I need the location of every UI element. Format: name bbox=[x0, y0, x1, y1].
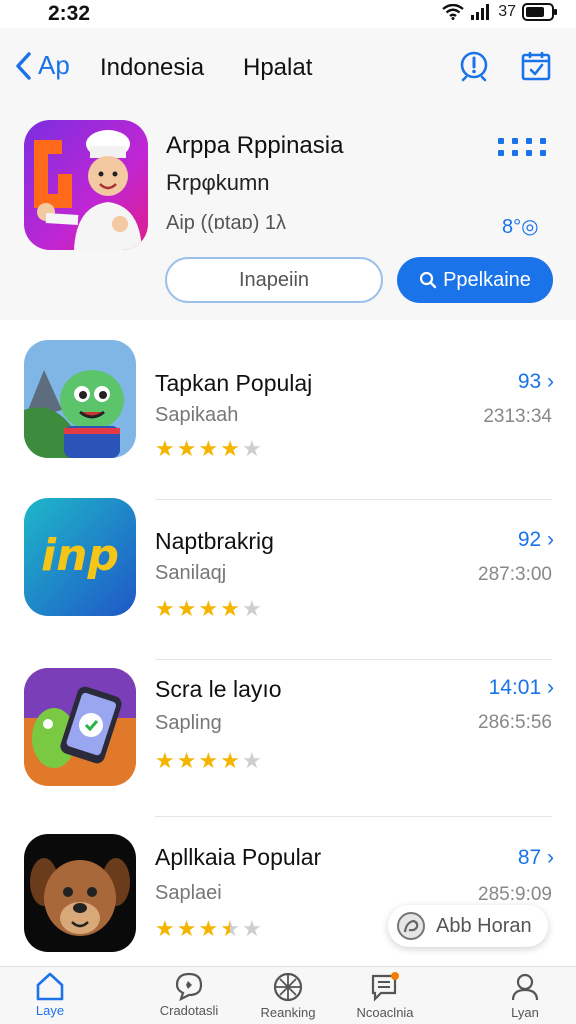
star-icon: ★ bbox=[220, 748, 240, 773]
wifi-icon bbox=[442, 4, 464, 20]
rating-stars: ★ ★ ★ ★ ★ bbox=[155, 438, 262, 460]
divider bbox=[155, 816, 552, 817]
app-time: 286:5:56 bbox=[478, 712, 552, 733]
grid-dots-icon[interactable] bbox=[498, 138, 547, 156]
signal-icon bbox=[471, 4, 490, 20]
status-time: 2:32 bbox=[48, 2, 91, 25]
svg-text:inp: inp bbox=[41, 530, 119, 581]
featured-app: Arppa Rppinasia Rrpφkumn Aip ((ɒtaɒ) 1λ … bbox=[0, 120, 576, 310]
nav-title: Indonesia bbox=[100, 54, 205, 81]
star-icon: ★ bbox=[241, 916, 262, 941]
featured-app-subtitle: Rrpφkumn bbox=[166, 170, 270, 195]
app-title: Tapkan Populaj bbox=[155, 370, 313, 396]
compass-icon bbox=[273, 972, 303, 1002]
chat-bubble-icon bbox=[397, 912, 425, 940]
battery-icon bbox=[522, 3, 557, 21]
primary-button-label: Ppelkaine bbox=[443, 268, 531, 291]
list-item[interactable]: Tapkan Populaj Sapikaah ★ ★ ★ ★ ★ 93 › 2… bbox=[0, 340, 576, 500]
nav-subtitle[interactable]: Hpalat bbox=[243, 54, 312, 82]
star-icon: ★ bbox=[155, 436, 175, 461]
star-icon: ★ bbox=[220, 436, 240, 461]
rating-stars: ★ ★ ★ ★ ★ bbox=[155, 598, 262, 620]
star-icon: ★ bbox=[176, 436, 197, 461]
app-time: 2313:34 bbox=[483, 406, 552, 427]
app-action-link[interactable]: 87 › bbox=[518, 846, 554, 870]
star-icon: ★ bbox=[176, 916, 197, 941]
search-icon bbox=[419, 271, 437, 289]
star-icon: ★ bbox=[198, 748, 219, 773]
tab-profile[interactable]: Lyan bbox=[470, 971, 576, 1020]
featured-app-title: Arppa Rppinasia bbox=[166, 132, 344, 159]
person-icon bbox=[511, 973, 539, 1001]
list-item[interactable]: inp Naptbrakrig Sanilaqj ★ ★ ★ ★ ★ 92 › … bbox=[0, 498, 576, 660]
star-icon: ★ bbox=[241, 748, 262, 773]
list-item[interactable]: Scra le layıo Sapling ★ ★ ★ ★ ★ 14:01 › … bbox=[0, 668, 576, 828]
news-icon bbox=[371, 972, 399, 1002]
star-icon: ★ bbox=[155, 916, 175, 941]
app-icon bbox=[24, 340, 136, 458]
app-title: Naptbrakrig bbox=[155, 528, 274, 554]
rating-stars: ★ ★ ★ ★ ★ bbox=[155, 918, 262, 940]
tab-chat[interactable]: Cradotasli bbox=[134, 971, 244, 1018]
back-button[interactable]: Ap bbox=[14, 50, 70, 81]
tab-ranking[interactable]: Reanking bbox=[233, 971, 343, 1020]
tab-label: Reanking bbox=[260, 1005, 316, 1020]
alert-clock-icon[interactable] bbox=[456, 48, 492, 84]
app-subtitle: Sanilaqj bbox=[155, 562, 227, 584]
featured-app-icon[interactable] bbox=[24, 120, 148, 250]
star-icon: ★ bbox=[176, 596, 197, 621]
app-action-link[interactable]: 93 › bbox=[518, 370, 554, 394]
app-icon bbox=[24, 668, 136, 786]
star-icon: ★ bbox=[198, 436, 219, 461]
tab-home[interactable]: Laye bbox=[0, 971, 105, 1018]
app-icon bbox=[24, 834, 136, 952]
tab-label: Cradotasli bbox=[159, 1003, 219, 1018]
home-icon bbox=[36, 972, 64, 1001]
nav-bar: Ap Indonesia Hpalat bbox=[0, 40, 576, 88]
floating-help-label: Abb Horan bbox=[436, 914, 532, 937]
tab-label: Ncoaclnia bbox=[356, 1005, 414, 1020]
star-icon: ★ bbox=[241, 436, 262, 461]
featured-app-meta: Aip ((ɒtaɒ) 1λ bbox=[166, 212, 287, 234]
app-time: 287:3:00 bbox=[478, 564, 552, 585]
star-icon: ★ bbox=[176, 748, 197, 773]
tab-bar: Laye Cradotasli Reanking Ncoaclnia Lyan bbox=[0, 966, 576, 1024]
tab-label: Laye bbox=[35, 1003, 65, 1018]
app-subtitle: Sapling bbox=[155, 712, 222, 734]
tab-label: Lyan bbox=[511, 1005, 539, 1020]
secondary-button[interactable]: Inapeiin bbox=[165, 257, 383, 303]
star-icon: ★ bbox=[198, 916, 219, 941]
featured-app-size: 8°◎ bbox=[502, 216, 539, 238]
app-subtitle: Sapikaah bbox=[155, 404, 239, 426]
app-icon: inp bbox=[24, 498, 136, 616]
tab-news[interactable]: Ncoaclnia bbox=[330, 971, 440, 1020]
battery-text: 37 bbox=[498, 3, 516, 20]
star-icon: ★ bbox=[155, 748, 175, 773]
divider bbox=[155, 659, 552, 660]
floating-help-button[interactable]: Abb Horan bbox=[388, 905, 548, 947]
app-subtitle: Saplaei bbox=[155, 882, 222, 904]
app-title: Scra le layıo bbox=[155, 676, 282, 702]
chevron-left-icon bbox=[16, 51, 31, 80]
star-icon: ★ bbox=[241, 596, 262, 621]
primary-button[interactable]: Ppelkaine bbox=[397, 257, 553, 303]
status-bar: 2:32 37 bbox=[0, 0, 576, 28]
chat-icon bbox=[175, 972, 203, 1001]
app-action-link[interactable]: 14:01 › bbox=[489, 676, 554, 700]
star-half-icon: ★ bbox=[220, 916, 240, 941]
app-title: Apllkaia Popular bbox=[155, 844, 322, 870]
back-label: Ap bbox=[38, 50, 70, 80]
app-time: 285:9:09 bbox=[478, 884, 552, 905]
calendar-icon[interactable] bbox=[518, 48, 554, 84]
star-icon: ★ bbox=[198, 596, 219, 621]
star-icon: ★ bbox=[155, 596, 175, 621]
star-icon: ★ bbox=[220, 596, 240, 621]
app-action-link[interactable]: 92 › bbox=[518, 528, 554, 552]
rating-stars: ★ ★ ★ ★ ★ bbox=[155, 750, 262, 772]
status-icons: 37 bbox=[442, 3, 558, 21]
